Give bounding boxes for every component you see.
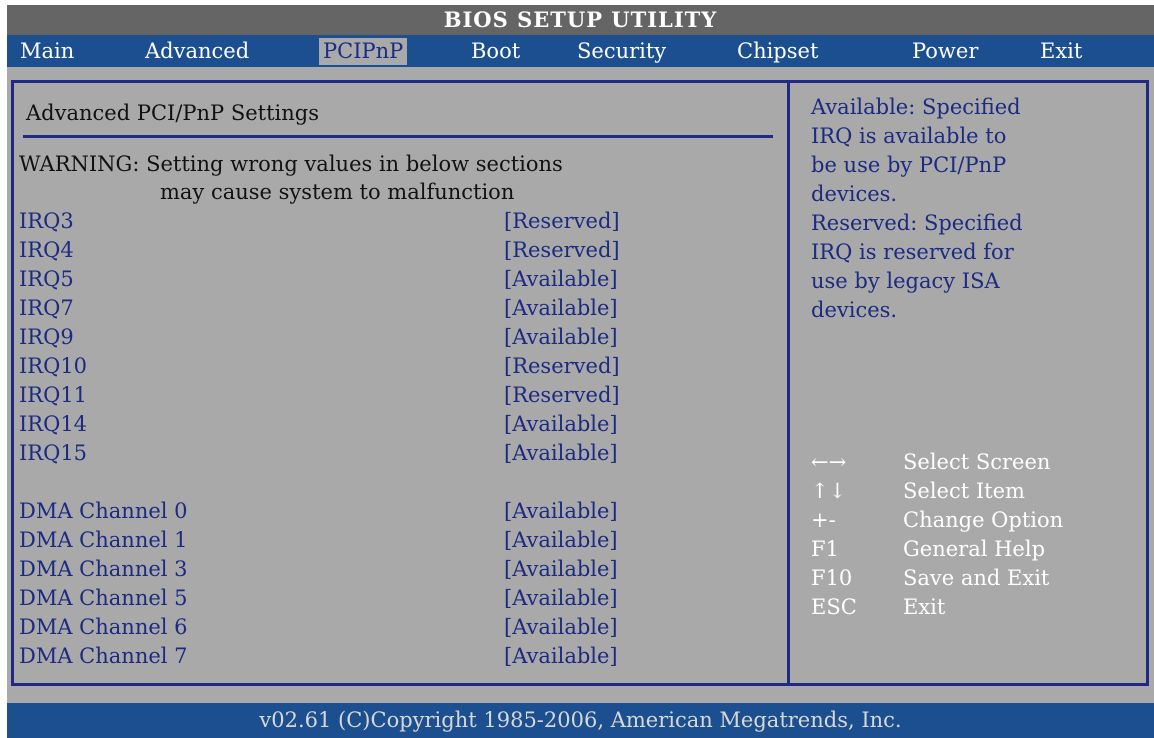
setting-label-dma3[interactable]: DMA Channel 3: [19, 557, 188, 581]
section-title: Advanced PCI/PnP Settings: [26, 101, 320, 125]
key-desc-select-item: Select Item: [903, 479, 1025, 503]
key-desc-exit: Exit: [903, 595, 946, 619]
setting-value-irq7[interactable]: [Available]: [504, 296, 618, 320]
menu-boot[interactable]: Boot: [467, 38, 524, 65]
setting-value-dma7[interactable]: [Available]: [504, 644, 618, 668]
menu-power[interactable]: Power: [908, 38, 982, 65]
help-line: Reserved: Specified: [811, 211, 1023, 235]
key-desc-general-help: General Help: [903, 537, 1046, 561]
help-line: be use by PCI/PnP: [811, 153, 1007, 177]
setting-label-dma0[interactable]: DMA Channel 0: [19, 499, 188, 523]
key-desc-select-screen: Select Screen: [903, 450, 1051, 474]
help-line: devices.: [811, 298, 898, 322]
setting-label-irq14[interactable]: IRQ14: [19, 412, 87, 436]
setting-label-irq4[interactable]: IRQ4: [19, 238, 74, 262]
arrow-up-down-icon: ↑↓: [811, 479, 847, 503]
key-f1: F1: [811, 537, 839, 561]
help-line: IRQ is reserved for: [811, 240, 1014, 264]
menu-exit[interactable]: Exit: [1036, 38, 1086, 65]
menu-chipset[interactable]: Chipset: [733, 38, 822, 65]
setting-value-irq14[interactable]: [Available]: [504, 412, 618, 436]
help-line: Available: Specified: [811, 95, 1021, 119]
setting-label-irq5[interactable]: IRQ5: [19, 267, 74, 291]
help-line: IRQ is available to: [811, 124, 1007, 148]
key-desc-change-option: Change Option: [903, 508, 1064, 532]
menu-bar: Main Advanced PCIPnP Boot Security Chips…: [7, 35, 1154, 67]
setting-label-irq10[interactable]: IRQ10: [19, 354, 87, 378]
content-area: Advanced PCI/PnP Settings WARNING: Setti…: [7, 67, 1154, 703]
section-divider: [23, 135, 773, 138]
warning-line-2: may cause system to malfunction: [160, 180, 515, 204]
key-plus-minus: +-: [811, 508, 836, 532]
help-line: devices.: [811, 182, 898, 206]
setting-label-irq9[interactable]: IRQ9: [19, 325, 74, 349]
setting-label-dma7[interactable]: DMA Channel 7: [19, 644, 188, 668]
help-line: use by legacy ISA: [811, 269, 1000, 293]
setting-label-irq3[interactable]: IRQ3: [19, 209, 74, 233]
setting-value-irq5[interactable]: [Available]: [504, 267, 618, 291]
setting-label-dma1[interactable]: DMA Channel 1: [19, 528, 188, 552]
key-desc-save-and-exit: Save and Exit: [903, 566, 1050, 590]
setting-value-dma0[interactable]: [Available]: [504, 499, 618, 523]
setting-label-dma5[interactable]: DMA Channel 5: [19, 586, 188, 610]
setting-label-dma6[interactable]: DMA Channel 6: [19, 615, 188, 639]
menu-pcipnp[interactable]: PCIPnP: [319, 38, 408, 65]
setting-value-irq15[interactable]: [Available]: [504, 441, 618, 465]
setting-label-irq15[interactable]: IRQ15: [19, 441, 87, 465]
menu-main[interactable]: Main: [16, 38, 78, 65]
setting-value-irq11[interactable]: [Reserved]: [504, 383, 620, 407]
setting-value-dma6[interactable]: [Available]: [504, 615, 618, 639]
setting-value-irq3[interactable]: [Reserved]: [504, 209, 620, 233]
copyright-footer: v02.61 (C)Copyright 1985-2006, American …: [7, 703, 1154, 738]
setting-value-dma1[interactable]: [Available]: [504, 528, 618, 552]
key-esc: ESC: [811, 595, 857, 619]
bios-title: BIOS SETUP UTILITY: [7, 5, 1154, 35]
setting-value-irq4[interactable]: [Reserved]: [504, 238, 620, 262]
setting-value-irq10[interactable]: [Reserved]: [504, 354, 620, 378]
menu-security[interactable]: Security: [573, 38, 670, 65]
warning-line-1: WARNING: Setting wrong values in below s…: [19, 152, 563, 176]
setting-value-irq9[interactable]: [Available]: [504, 325, 618, 349]
setting-label-irq11[interactable]: IRQ11: [19, 383, 87, 407]
arrow-left-right-icon: ←→: [811, 450, 847, 474]
setting-value-dma5[interactable]: [Available]: [504, 586, 618, 610]
bios-screen: BIOS SETUP UTILITY Main Advanced PCIPnP …: [0, 0, 1154, 738]
setting-value-dma3[interactable]: [Available]: [504, 557, 618, 581]
key-f10: F10: [811, 566, 853, 590]
menu-advanced[interactable]: Advanced: [141, 38, 253, 65]
setting-label-irq7[interactable]: IRQ7: [19, 296, 74, 320]
